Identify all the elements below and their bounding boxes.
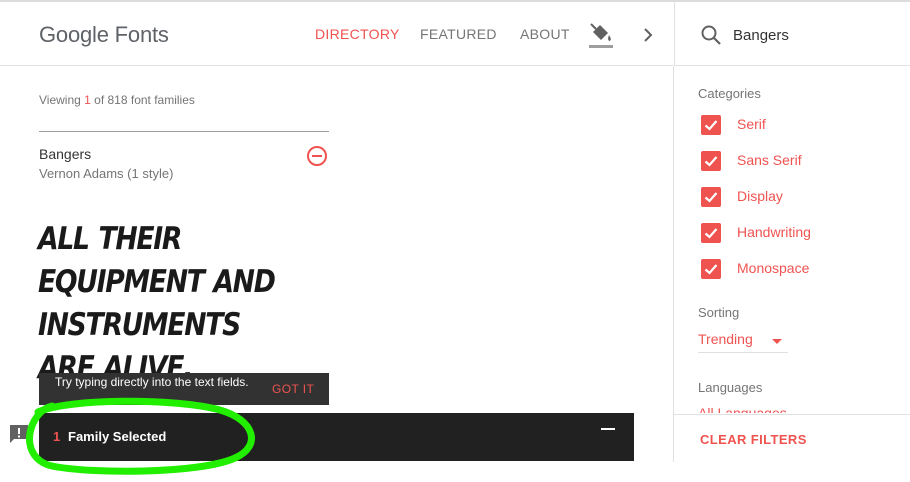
viewing-count: 1 <box>84 93 91 107</box>
viewing-suffix: of 818 font families <box>90 93 195 107</box>
category-label: Sans Serif <box>737 152 802 168</box>
results-count: Viewing 1 of 818 font families <box>39 93 195 107</box>
top-app-bar: Google Fonts DIRECTORY FEATURED ABOUT <box>0 2 673 66</box>
sidebar-footer: CLEAR FILTERS <box>674 414 910 462</box>
chevron-right-icon[interactable] <box>640 26 656 44</box>
checkbox-checked-icon[interactable] <box>701 115 721 135</box>
got-it-button[interactable]: GOT IT <box>272 382 314 396</box>
viewing-prefix: Viewing <box>39 93 85 107</box>
category-label: Handwriting <box>737 224 811 240</box>
font-author: Vernon Adams (1 style) <box>39 166 174 181</box>
category-label: Monospace <box>737 260 810 276</box>
nav-directory[interactable]: DIRECTORY <box>315 26 400 42</box>
languages-value: All Languages <box>698 405 787 413</box>
google-fonts-logo[interactable]: Google Fonts <box>39 22 169 48</box>
dropdown-arrow-icon <box>772 339 782 344</box>
category-label: Display <box>737 188 783 204</box>
category-serif[interactable]: Serif <box>701 115 881 137</box>
search-input[interactable] <box>733 22 893 48</box>
logo-google: Google <box>39 22 109 47</box>
category-monospace[interactable]: Monospace <box>701 259 881 281</box>
sorting-value: Trending <box>698 331 753 347</box>
sidebar-divider <box>673 66 674 462</box>
paint-bucket-icon[interactable] <box>588 20 614 50</box>
sorting-select[interactable]: Trending <box>698 331 788 353</box>
minimize-tray-button[interactable] <box>601 428 615 430</box>
search-box <box>674 2 910 66</box>
card-divider <box>39 131 329 132</box>
selected-count: 1 <box>53 429 61 444</box>
selection-tray[interactable]: 1 Family Selected <box>39 413 634 461</box>
languages-title: Languages <box>698 380 763 395</box>
checkbox-checked-icon[interactable] <box>701 259 721 279</box>
checkbox-checked-icon[interactable] <box>701 151 721 171</box>
nav-about[interactable]: ABOUT <box>520 26 570 42</box>
languages-select[interactable]: All Languages <box>698 403 858 413</box>
category-handwriting[interactable]: Handwriting <box>701 223 881 245</box>
clear-filters-button[interactable]: CLEAR FILTERS <box>700 432 807 447</box>
sorting-title: Sorting <box>698 305 740 320</box>
remove-circle-icon <box>307 146 327 166</box>
font-preview-text[interactable]: All their equipment and instruments are … <box>38 218 296 390</box>
toast-message: Try typing directly into the text fields… <box>55 375 249 389</box>
selected-label: Family Selected <box>68 429 167 444</box>
logo-fonts: Fonts <box>114 22 169 47</box>
search-icon <box>700 24 722 46</box>
tip-toast: Try typing directly into the text fields… <box>39 373 329 405</box>
feedback-icon[interactable] <box>8 423 30 445</box>
remove-family-button[interactable] <box>306 145 328 167</box>
category-sans-serif[interactable]: Sans Serif <box>701 151 881 173</box>
category-label: Serif <box>737 116 766 132</box>
category-display[interactable]: Display <box>701 187 881 209</box>
checkbox-checked-icon[interactable] <box>701 223 721 243</box>
categories-title: Categories <box>698 86 761 101</box>
font-family-name[interactable]: Bangers <box>39 146 91 162</box>
nav-featured[interactable]: FEATURED <box>420 26 497 42</box>
checkbox-checked-icon[interactable] <box>701 187 721 207</box>
